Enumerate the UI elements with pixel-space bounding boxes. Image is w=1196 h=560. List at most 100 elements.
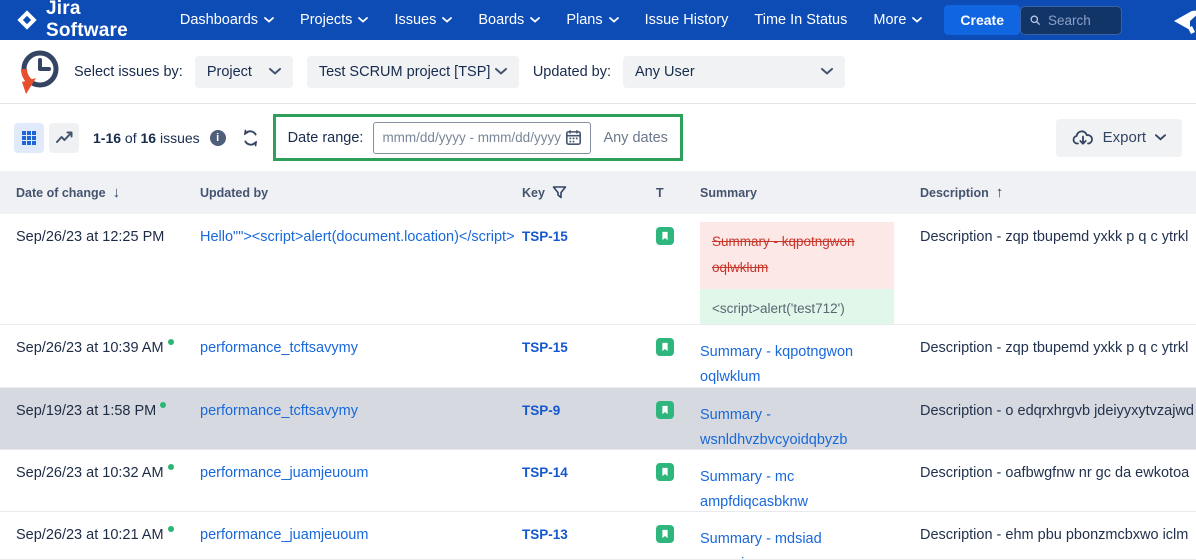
jira-logo-icon (16, 9, 38, 31)
issue-key-link[interactable]: TSP-15 (522, 229, 568, 244)
nav-plans[interactable]: Plans (566, 12, 618, 28)
export-button[interactable]: Export (1056, 119, 1182, 157)
cell-updated-by: performance_tcftsavymy (200, 325, 522, 387)
story-icon (656, 227, 674, 245)
cell-type (644, 214, 700, 324)
updated-by-link[interactable]: performance_juamjeuoum (200, 465, 368, 481)
recent-change-dot (168, 464, 174, 470)
filter-bar: Select issues by: Project Test SCRUM pro… (0, 40, 1196, 104)
updated-by-link[interactable]: performance_juamjeuoum (200, 527, 368, 543)
cell-key: TSP-14 (522, 450, 644, 511)
jira-brand[interactable]: Jira Software (16, 0, 142, 40)
updated-by-link[interactable]: performance_tcftsavymy (200, 403, 358, 419)
story-icon (656, 463, 674, 481)
chevron-down-icon (912, 17, 922, 23)
cell-description: Description - ehm pbu pbonzmcbxwo iclm (920, 512, 1196, 559)
nav-boards[interactable]: Boards (478, 12, 540, 28)
col-description[interactable]: Description↑ (920, 184, 1196, 201)
chart-view-button[interactable] (49, 123, 79, 153)
search-icon (1030, 13, 1040, 27)
summary-link[interactable]: Summary - mdsiad qnzcwjcxeou (700, 531, 822, 559)
cell-updated-by: performance_tcftsavymy (200, 388, 522, 449)
cell-summary: Summary - kqpotngwon oqlwklum (700, 325, 920, 387)
cell-type (644, 450, 700, 511)
date-range-control: Date range: Any dates (273, 114, 683, 161)
cell-type (644, 512, 700, 559)
issue-count: 1-16 of 16 issues (93, 130, 200, 146)
search-box[interactable] (1020, 6, 1122, 35)
chevron-down-icon (442, 17, 452, 23)
chevron-down-icon (530, 17, 540, 23)
nav-time-in-status[interactable]: Time In Status (754, 12, 847, 28)
col-summary[interactable]: Summary (700, 186, 920, 200)
table-row[interactable]: Sep/19/23 at 1:58 PM performance_tcftsav… (0, 388, 1196, 450)
recent-change-dot (168, 339, 174, 345)
updated-by-link[interactable]: performance_tcftsavymy (200, 340, 358, 356)
refresh-icon[interactable] (242, 129, 259, 147)
issue-key-link[interactable]: TSP-15 (522, 340, 568, 355)
table-row[interactable]: Sep/26/23 at 10:21 AM performance_juamje… (0, 512, 1196, 560)
updated-by-link[interactable]: Hello""><script>alert(document.location)… (200, 229, 515, 245)
nav-dashboards[interactable]: Dashboards (180, 12, 274, 28)
chevron-down-icon (495, 68, 507, 75)
date-range-input[interactable] (382, 130, 565, 145)
select-issues-label: Select issues by: (74, 64, 183, 80)
date-range-label: Date range: (288, 130, 364, 146)
sort-desc-icon[interactable]: ↓ (113, 184, 121, 201)
cell-key: TSP-13 (522, 512, 644, 559)
story-icon (656, 338, 674, 356)
info-icon[interactable]: i (210, 130, 226, 146)
megaphone-icon[interactable] (1172, 7, 1196, 40)
nav-menu: Dashboards Projects Issues Boards Plans … (180, 12, 923, 28)
table-view-button[interactable] (14, 123, 44, 153)
chevron-down-icon (1155, 134, 1166, 141)
cell-date: Sep/19/23 at 1:58 PM (0, 388, 200, 449)
table-row[interactable]: Sep/26/23 at 10:32 AM performance_juamje… (0, 450, 1196, 512)
cloud-download-icon (1072, 129, 1094, 146)
cell-summary: Summary - kqpotngwon oqlwklum <script>al… (700, 214, 920, 324)
table-header: Date of change↓ Updated by Key T Summary… (0, 171, 1196, 214)
col-updated-by[interactable]: Updated by (200, 186, 522, 200)
calendar-icon[interactable] (565, 129, 582, 146)
issue-key-link[interactable]: TSP-13 (522, 527, 568, 542)
grid-icon (21, 130, 37, 146)
summary-link[interactable]: Summary - mc ampfdiqcasbknw (700, 469, 808, 510)
any-dates-label[interactable]: Any dates (603, 130, 668, 146)
issue-key-link[interactable]: TSP-14 (522, 465, 568, 480)
nav-more[interactable]: More (873, 12, 922, 28)
nav-projects[interactable]: Projects (300, 12, 368, 28)
project-dropdown[interactable]: Test SCRUM project [TSP] (307, 56, 519, 88)
issue-key-link[interactable]: TSP-9 (522, 403, 560, 418)
cell-description: Description - zqp tbupemd yxkk p q c ytr… (920, 214, 1196, 324)
cell-updated-by: Hello""><script>alert(document.location)… (200, 214, 522, 324)
col-type[interactable]: T (644, 186, 700, 200)
summary-link[interactable]: Summary - kqpotngwon oqlwklum (700, 344, 853, 385)
issue-history-app-icon (14, 46, 64, 98)
sort-asc-icon[interactable]: ↑ (996, 184, 1004, 201)
table-row[interactable]: Sep/26/23 at 12:25 PM Hello""><script>al… (0, 214, 1196, 325)
user-dropdown[interactable]: Any User (623, 56, 845, 88)
brand-label: Jira Software (46, 0, 142, 40)
chevron-down-icon (821, 68, 833, 75)
top-navbar: Jira Software Dashboards Projects Issues… (0, 0, 1196, 40)
filter-icon[interactable] (552, 185, 567, 200)
create-button[interactable]: Create (944, 5, 1020, 35)
cell-description: Description - zqp tbupemd yxkk p q c ytr… (920, 325, 1196, 387)
table-row[interactable]: Sep/26/23 at 10:39 AM performance_tcftsa… (0, 325, 1196, 388)
nav-issue-history[interactable]: Issue History (645, 12, 729, 28)
cell-key: TSP-15 (522, 325, 644, 387)
cell-description: Description - o edqrxhrgvb jdeiyyxytvzaj… (920, 388, 1196, 449)
col-date-of-change[interactable]: Date of change↓ (0, 184, 200, 201)
nav-issues[interactable]: Issues (394, 12, 452, 28)
summary-link[interactable]: Summary - wsnldhvzbvcyoidqbyzb (700, 407, 848, 448)
search-input[interactable] (1048, 13, 1112, 28)
col-key[interactable]: Key (522, 185, 644, 200)
date-range-field (373, 122, 591, 154)
cell-summary: Summary - mdsiad qnzcwjcxeou (700, 512, 920, 559)
issue-mode-dropdown[interactable]: Project (195, 56, 293, 88)
updated-by-label: Updated by: (533, 64, 611, 80)
cell-type (644, 388, 700, 449)
recent-change-dot (160, 402, 166, 408)
trend-chart-icon (56, 130, 73, 145)
chevron-down-icon (269, 68, 281, 75)
